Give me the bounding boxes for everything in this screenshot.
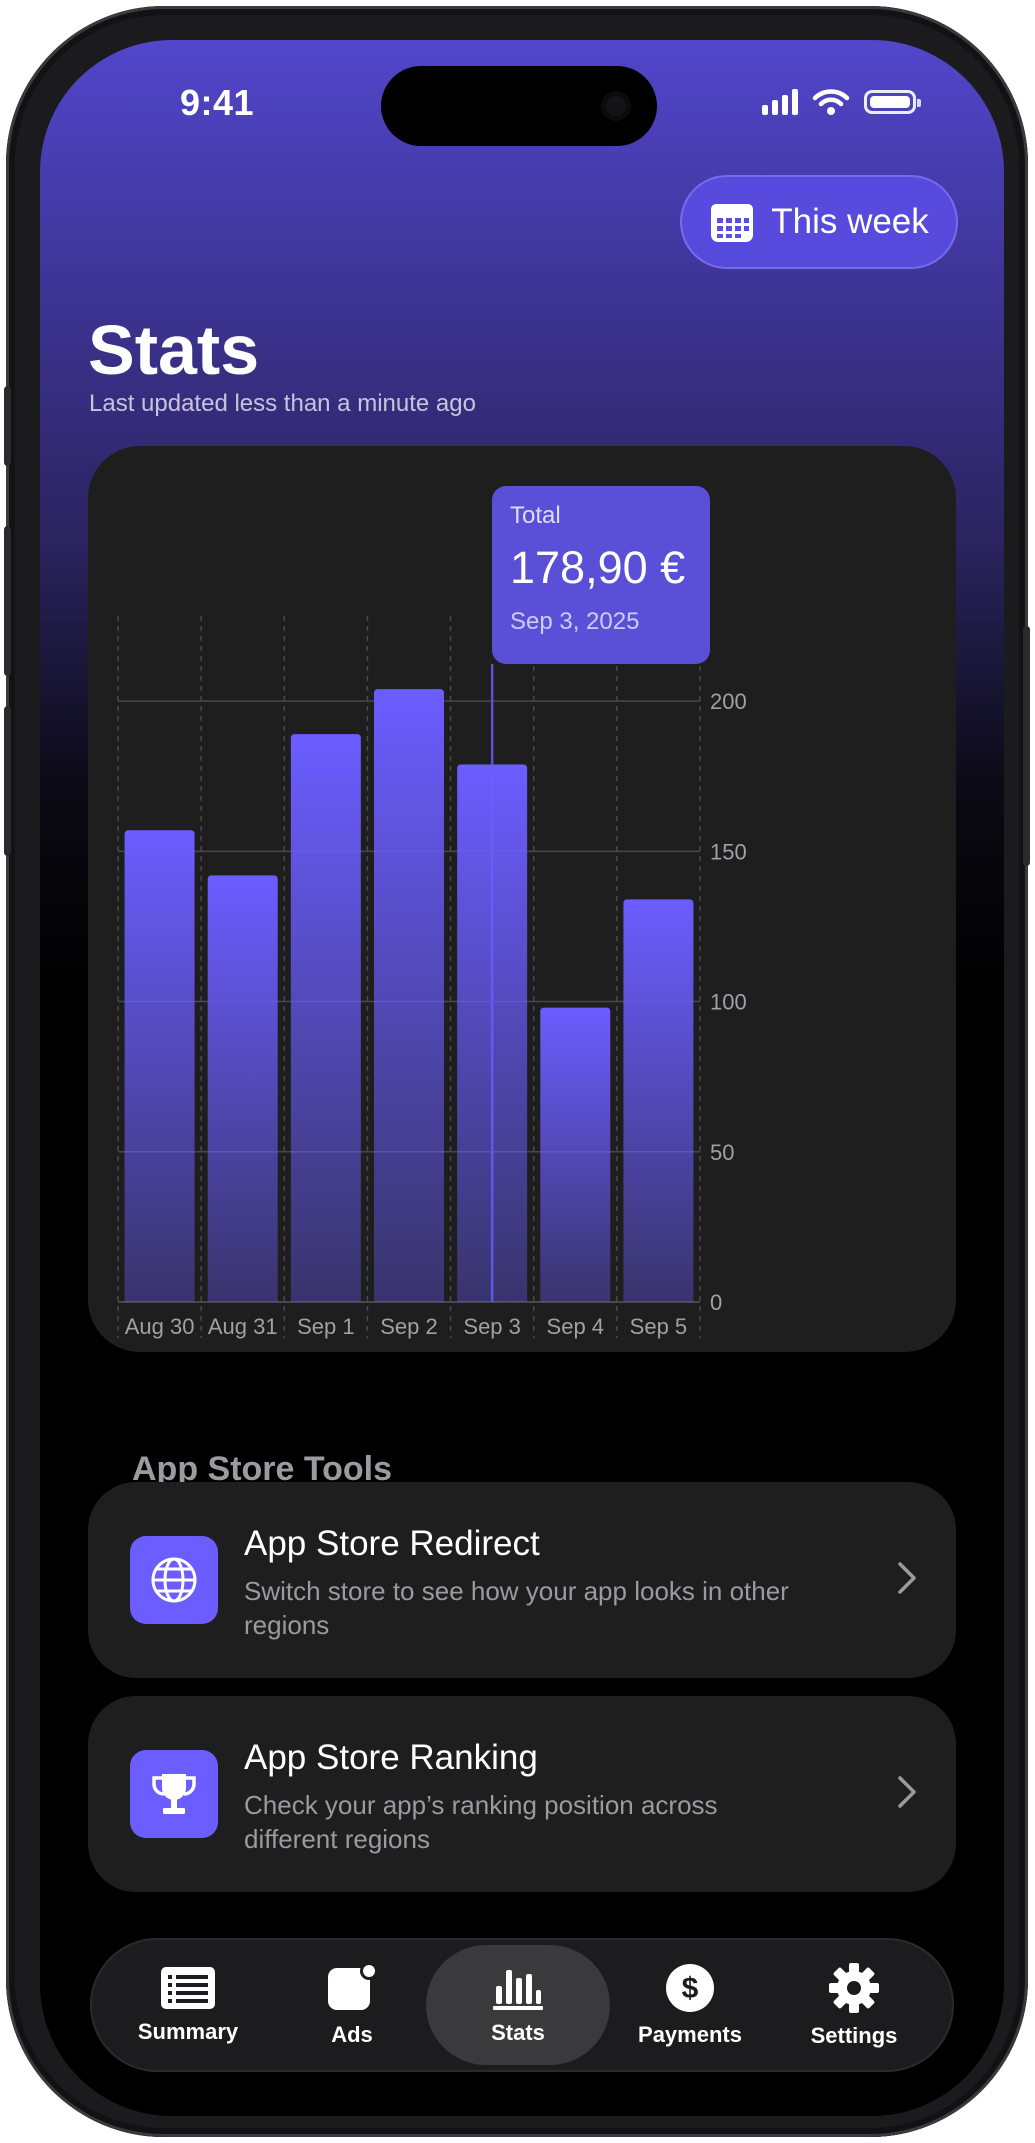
wifi-icon (812, 89, 850, 115)
action-button (4, 386, 11, 466)
tab-ads[interactable]: Ads (270, 1938, 434, 2072)
screen: 9:41 This week Stats Last updated less t… (40, 40, 1004, 2116)
chart-bar-sep-5[interactable] (623, 899, 694, 1302)
stats-chart-card: 0 50 100 150 200 Aug 30 Aug 31 Sep 1 Sep 2 Sep 3 S… (88, 446, 956, 1352)
tooltip-label: Total (510, 502, 561, 529)
bar-chart-icon (493, 1970, 543, 2010)
cellular-signal-icon (762, 89, 798, 115)
tooltip-value: 178,90 € (510, 542, 686, 593)
tooltip-date: Sep 3, 2025 (510, 608, 640, 635)
volume-down-button (4, 706, 11, 856)
y-tick-label: 50 (710, 1140, 734, 1165)
dollar-icon: $ (666, 1964, 714, 2012)
y-tick-label: 0 (710, 1290, 722, 1315)
status-icons (762, 88, 921, 116)
x-tick-label: Sep 5 (630, 1314, 688, 1339)
trophy-icon (130, 1750, 218, 1838)
chart-tooltip: Total 178,90 € Sep 3, 2025 (492, 486, 710, 664)
ads-icon (328, 1962, 378, 2010)
chevron-right-icon (898, 1562, 916, 1594)
tool-description: Check your app’s ranking position across… (244, 1790, 718, 1854)
tool-description: Switch store to see how your app looks i… (244, 1576, 789, 1640)
tab-payments[interactable]: $ Payments (608, 1938, 772, 2072)
period-label: This week (771, 202, 929, 241)
chart-bar-sep-1[interactable] (290, 734, 361, 1302)
dynamic-island (381, 66, 657, 146)
x-tick-label: Sep 3 (463, 1314, 520, 1339)
tool-card-app-store-redirect[interactable]: App Store Redirect Switch store to see h… (88, 1482, 956, 1678)
chevron-right-icon (898, 1776, 916, 1808)
globe-icon (130, 1536, 218, 1624)
chart-bar-aug-31[interactable] (207, 875, 278, 1302)
status-time: 9:41 (180, 82, 255, 123)
x-tick-label: Aug 30 (125, 1314, 195, 1339)
tab-settings[interactable]: Settings (772, 1938, 936, 2072)
x-tick-label: Aug 31 (208, 1314, 278, 1339)
period-selector-button[interactable]: This week (680, 175, 958, 269)
x-tick-label: Sep 2 (380, 1314, 438, 1339)
chart-bar-sep-3[interactable] (457, 764, 528, 1302)
chart-bar-sep-4[interactable] (540, 1007, 611, 1302)
tab-bar: Summary Ads Stats $ Payments Settings (90, 1938, 954, 2072)
last-updated-text: Last updated less than a minute ago (89, 390, 476, 417)
calendar-icon (711, 204, 754, 242)
list-icon (161, 1967, 215, 2009)
tab-label: Ads (331, 2022, 373, 2047)
tab-stats[interactable]: Stats (426, 1945, 610, 2065)
svg-text:$: $ (682, 1972, 699, 2005)
tab-summary[interactable]: Summary (106, 1938, 270, 2072)
tool-title: App Store Ranking (244, 1738, 538, 1777)
phone-frame: 9:41 This week Stats Last updated less t… (4, 6, 1030, 2137)
y-tick-label: 100 (710, 990, 747, 1015)
tab-label: Settings (810, 2023, 898, 2048)
tool-title: App Store Redirect (244, 1524, 540, 1563)
gear-icon (829, 1963, 879, 2013)
x-tick-label: Sep 4 (547, 1314, 605, 1339)
tab-label: Payments (638, 2022, 742, 2047)
tab-label: Summary (137, 2019, 239, 2044)
page-title: Stats (88, 311, 260, 389)
y-tick-label: 200 (710, 689, 747, 714)
y-tick-label: 150 (710, 839, 747, 864)
tool-card-app-store-ranking[interactable]: App Store Ranking Check your app’s ranki… (88, 1696, 956, 1892)
chart-bar-aug-30[interactable] (124, 830, 195, 1302)
chart-bar-sep-2[interactable] (374, 689, 444, 1302)
volume-up-button (4, 526, 11, 676)
battery-icon (864, 90, 921, 114)
tab-label: Stats (491, 2020, 545, 2045)
front-camera (601, 91, 631, 121)
power-button (1023, 626, 1030, 866)
x-tick-label: Sep 1 (297, 1314, 355, 1339)
